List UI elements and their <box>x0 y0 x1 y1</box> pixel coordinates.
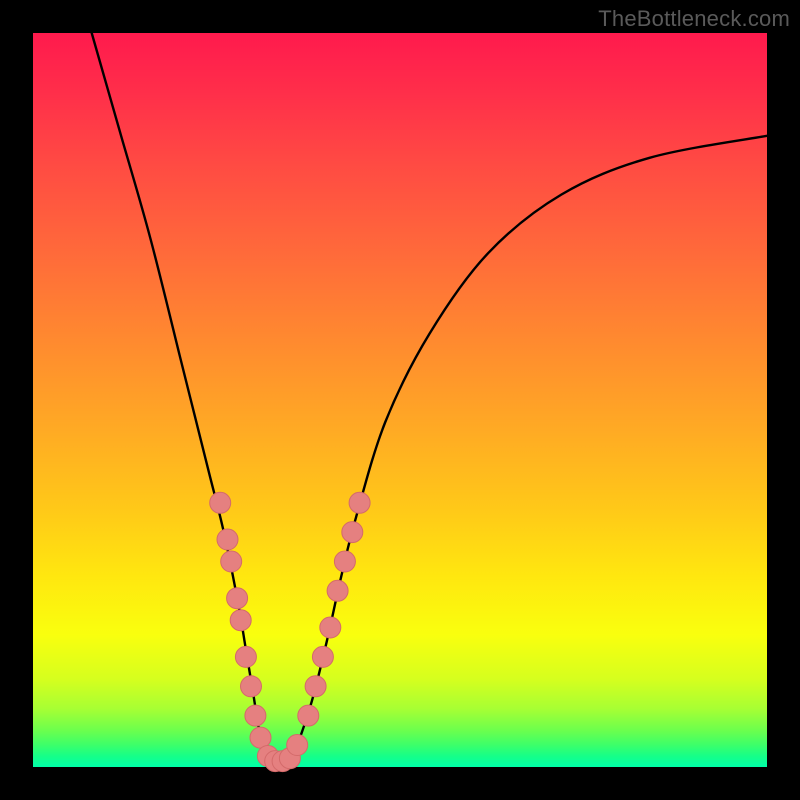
bottleneck-curve <box>92 33 767 768</box>
highlight-dot <box>227 588 248 609</box>
highlight-dot <box>221 551 242 572</box>
highlight-dot <box>245 705 266 726</box>
highlight-dot <box>298 705 319 726</box>
highlight-dot <box>235 646 256 667</box>
highlight-dot <box>217 529 238 550</box>
curve-svg <box>33 33 767 767</box>
highlight-dot <box>342 522 363 543</box>
highlight-dot <box>287 735 308 756</box>
highlight-dot <box>241 676 262 697</box>
highlight-dot <box>320 617 341 638</box>
highlight-dot <box>230 610 251 631</box>
highlight-dots-group <box>210 492 370 771</box>
highlight-dot <box>334 551 355 572</box>
highlight-dot <box>312 646 333 667</box>
highlight-dot <box>250 727 271 748</box>
highlight-dot <box>327 580 348 601</box>
plot-area <box>33 33 767 767</box>
highlight-dot <box>305 676 326 697</box>
highlight-dot <box>349 492 370 513</box>
chart-frame: TheBottleneck.com <box>0 0 800 800</box>
watermark-text: TheBottleneck.com <box>598 6 790 32</box>
highlight-dot <box>210 492 231 513</box>
